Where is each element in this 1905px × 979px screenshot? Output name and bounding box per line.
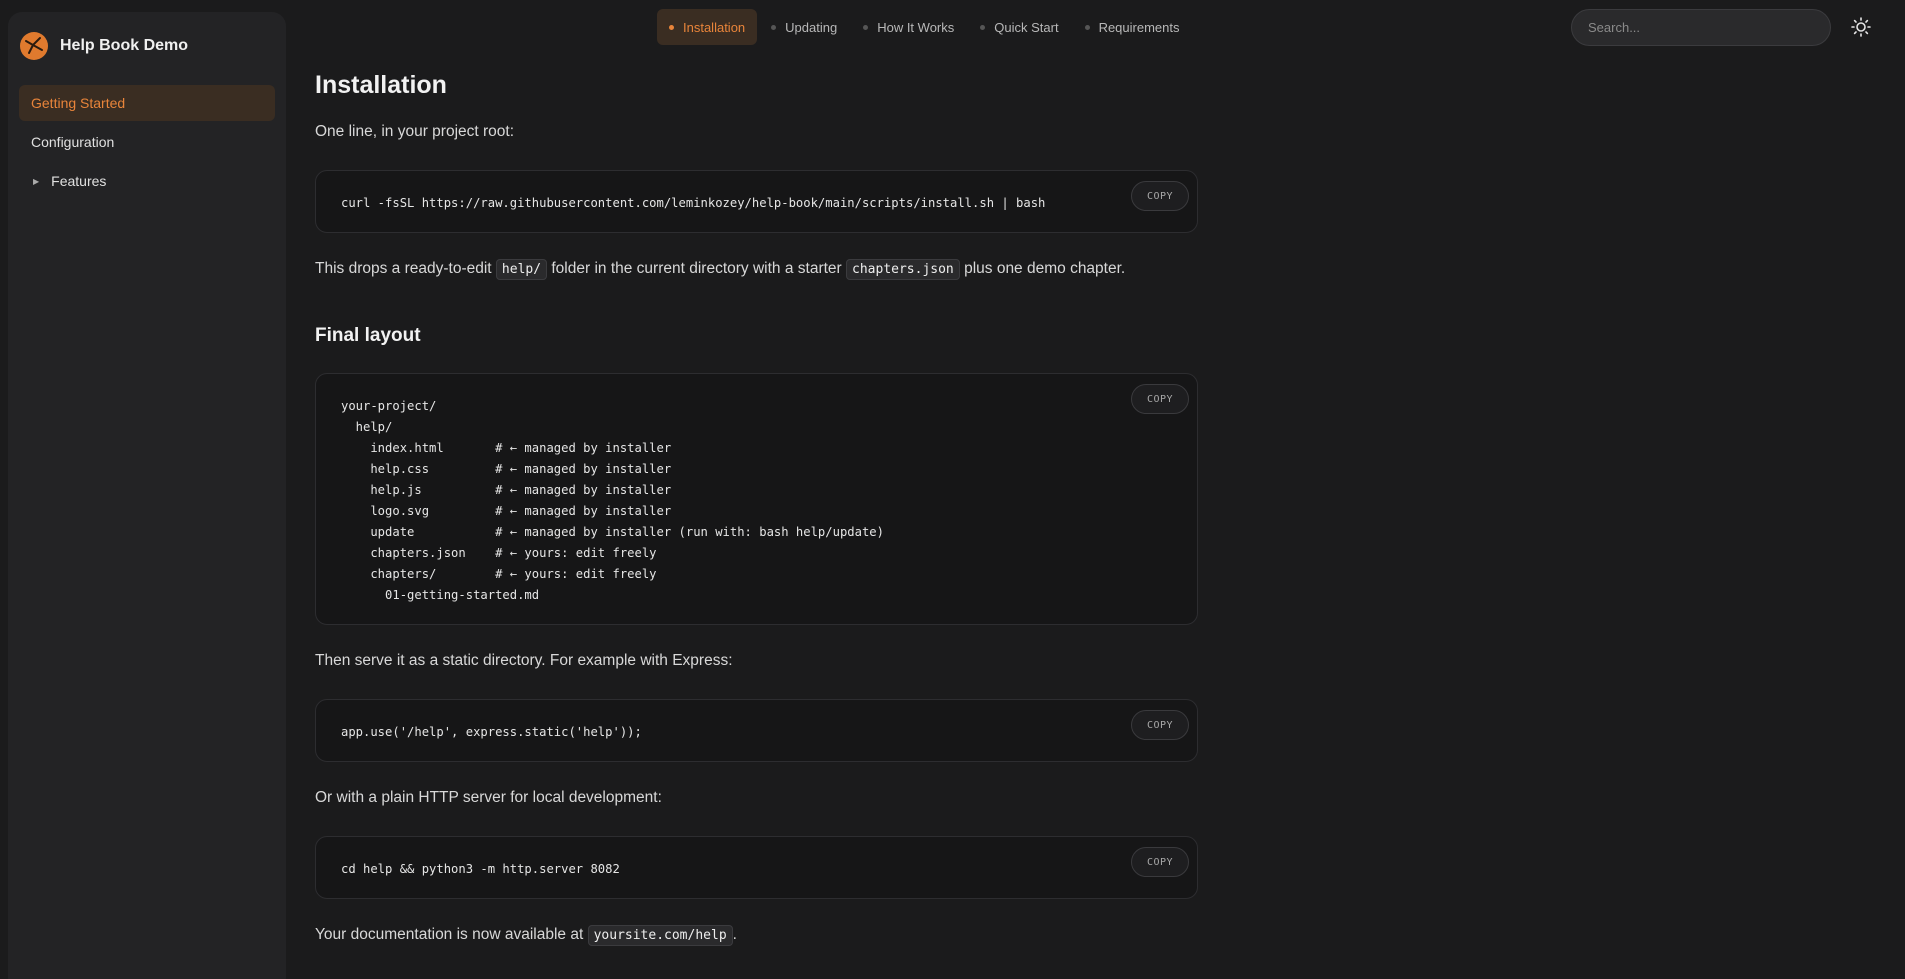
sidebar-item-getting-started[interactable]: Getting Started — [19, 85, 275, 121]
bullet-icon — [863, 24, 869, 30]
tab-label: Requirements — [1098, 19, 1180, 35]
section-heading-final-layout: Final layout — [315, 325, 421, 346]
bullet-icon — [669, 24, 674, 30]
paragraph-text: plus one demo chapter. — [964, 260, 1126, 277]
code-content: curl -fsSL https://raw.githubusercontent… — [341, 196, 1046, 210]
inline-code: yoursite.com/help — [587, 925, 733, 946]
tab-label: How It Works — [877, 19, 955, 35]
tab-how-it-works[interactable]: How It Works — [851, 9, 966, 45]
brand[interactable]: Help Book Demo — [20, 32, 188, 60]
intro-text: One line, in your project root: — [315, 123, 515, 140]
logo-icon — [20, 32, 48, 60]
code-block-express: app.use('/help', express.static('help'))… — [315, 699, 1198, 762]
paragraph-text: This drops a ready-to-edit — [315, 260, 492, 277]
tab-requirements[interactable]: Requirements — [1073, 9, 1192, 45]
tab-label: Quick Start — [994, 19, 1059, 35]
sidebar-nav: Getting Started Configuration ▶ Features — [19, 85, 275, 202]
copy-button[interactable]: COPY — [1131, 710, 1189, 740]
copy-button[interactable]: COPY — [1131, 181, 1189, 211]
bullet-icon — [980, 24, 986, 30]
tab-quick-start[interactable]: Quick Start — [968, 9, 1070, 45]
sidebar-item-label: Getting Started — [31, 95, 126, 111]
sidebar-item-features[interactable]: ▶ Features — [19, 163, 275, 199]
page-title: Installation — [315, 71, 447, 99]
sidebar-item-configuration[interactable]: Configuration — [19, 124, 275, 160]
code-block-install: curl -fsSL https://raw.githubusercontent… — [315, 170, 1198, 233]
inline-code: help/ — [495, 259, 548, 280]
code-block-layout: your-project/ help/ index.html # ← manag… — [315, 373, 1198, 625]
paragraph-text: folder in the current directory with a s… — [551, 260, 842, 277]
available-paragraph: Your documentation is now available at y… — [315, 925, 737, 946]
code-content: app.use('/help', express.static('help'))… — [341, 725, 642, 739]
sidebar-item-label: Configuration — [31, 134, 115, 150]
bullet-icon — [1084, 24, 1090, 30]
tab-label: Installation — [683, 19, 746, 35]
tab-updating[interactable]: Updating — [759, 9, 849, 45]
drops-paragraph: This drops a ready-to-edit help/ folder … — [315, 259, 1126, 280]
code-content: your-project/ help/ index.html # ← manag… — [341, 399, 884, 602]
page-section-tabs: Installation Updating How It Works Quick… — [657, 9, 1192, 45]
paragraph-text: . — [732, 926, 737, 943]
bullet-icon — [771, 24, 777, 30]
copy-button[interactable]: COPY — [1131, 847, 1189, 877]
sidebar: Help Book Demo Getting Started Configura… — [8, 12, 286, 979]
tab-installation[interactable]: Installation — [657, 9, 758, 45]
inline-code: chapters.json — [846, 259, 960, 280]
tab-label: Updating — [785, 19, 838, 35]
copy-button[interactable]: COPY — [1131, 384, 1189, 414]
chevron-right-icon[interactable]: ▶ — [33, 177, 39, 186]
theme-toggle-sun-icon[interactable] — [1850, 16, 1872, 38]
code-content: cd help && python3 -m http.server 8082 — [341, 862, 620, 876]
search-input[interactable] — [1571, 9, 1831, 46]
sidebar-item-label: Features — [51, 173, 107, 189]
serve-text: Then serve it as a static directory. For… — [315, 652, 733, 669]
app-title: Help Book Demo — [60, 37, 189, 54]
code-block-python: cd help && python3 -m http.server 8082 C… — [315, 836, 1198, 899]
plain-server-text: Or with a plain HTTP server for local de… — [315, 789, 662, 806]
paragraph-text: Your documentation is now available at — [315, 926, 584, 943]
